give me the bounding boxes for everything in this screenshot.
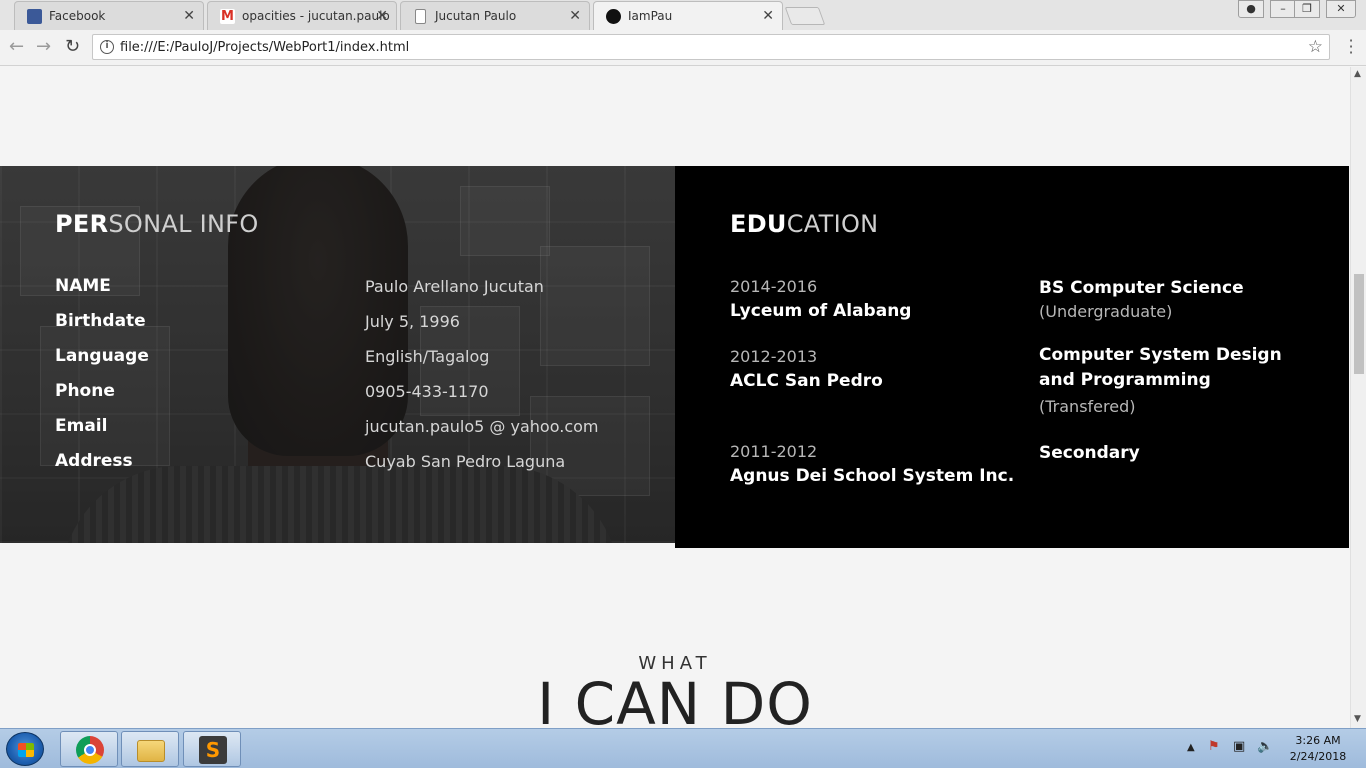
tab-facebook[interactable]: Facebook ✕: [14, 1, 204, 30]
reload-icon[interactable]: ↻: [65, 36, 80, 57]
close-icon[interactable]: ✕: [762, 8, 774, 24]
gmail-icon: M: [220, 9, 235, 24]
education-school: Agnus Dei School System Inc.: [730, 466, 1015, 486]
scroll-up-arrow-icon[interactable]: ▲: [1354, 69, 1361, 79]
sublime-text-icon: S: [199, 736, 227, 764]
chrome-icon: [76, 736, 104, 764]
browser-tabstrip: Facebook ✕ M opacities - jucutan.paulo ✕…: [0, 0, 1366, 31]
file-explorer-icon: [137, 740, 165, 762]
scroll-down-arrow-icon[interactable]: ▼: [1354, 714, 1361, 724]
tab-title: Jucutan Paulo: [435, 9, 517, 23]
education-course: BS Computer Science: [1039, 278, 1244, 298]
close-icon[interactable]: ✕: [376, 8, 388, 24]
show-hidden-icons-arrow[interactable]: ▲: [1187, 742, 1195, 753]
info-label-name: NAME: [55, 276, 111, 296]
skills-heading: I CAN DO: [537, 670, 813, 728]
tab-iampau[interactable]: IamPau ✕: [593, 1, 783, 31]
minimize-button[interactable]: –: [1270, 0, 1296, 18]
education-years: 2014-2016: [730, 277, 818, 296]
clock-date: 2/24/2018: [1289, 750, 1347, 763]
education-title: EDUCATION: [730, 210, 878, 238]
personal-info-section: PERSONAL INFO NAME Paulo Arellano Jucuta…: [0, 166, 675, 543]
close-window-button[interactable]: ✕: [1326, 0, 1356, 18]
info-label-birthdate: Birthdate: [55, 311, 146, 331]
tab-title: IamPau: [628, 9, 673, 23]
education-school: ACLC San Pedro: [730, 371, 883, 391]
education-section: EDUCATION 2014-2016 Lyceum of Alabang BS…: [675, 166, 1349, 548]
title-light-part: CATION: [786, 210, 879, 238]
taskbar-file-explorer[interactable]: [121, 731, 179, 767]
title-bold-part: EDU: [730, 210, 787, 238]
info-value-email: jucutan.paulo5 @ yahoo.com: [365, 417, 599, 436]
info-label-language: Language: [55, 346, 149, 366]
browser-toolbar: ← → ↻ i file:///E:/PauloJ/Projects/WebPo…: [0, 30, 1366, 66]
page-viewport: PERSONAL INFO NAME Paulo Arellano Jucuta…: [0, 67, 1350, 728]
tab-title: opacities - jucutan.paulo: [242, 9, 390, 23]
close-icon[interactable]: ✕: [569, 8, 581, 24]
tab-title: Facebook: [49, 9, 106, 23]
education-school: Lyceum of Alabang: [730, 301, 912, 321]
network-icon[interactable]: ▣: [1233, 739, 1245, 754]
bookmark-star-icon[interactable]: ☆: [1308, 37, 1323, 57]
forward-arrow-icon[interactable]: →: [36, 36, 51, 57]
info-label-address: Address: [55, 451, 133, 471]
windows-taskbar: S ▲ ⚑ ▣ 🔈 3:26 AM 2/24/2018: [0, 728, 1366, 768]
windows-logo-icon: [18, 750, 34, 757]
close-icon[interactable]: ✕: [183, 8, 195, 24]
title-bold-part: PER: [55, 210, 109, 238]
back-arrow-icon[interactable]: ←: [9, 36, 24, 57]
volume-icon[interactable]: 🔈: [1257, 739, 1273, 754]
education-years: 2011-2012: [730, 442, 818, 461]
user-profile-icon[interactable]: ●: [1238, 0, 1264, 18]
url-text[interactable]: file:///E:/PauloJ/Projects/WebPort1/inde…: [120, 40, 409, 55]
info-value-name: Paulo Arellano Jucutan: [365, 277, 544, 296]
menu-icon[interactable]: · · ·: [1348, 33, 1354, 61]
scrollbar-thumb[interactable]: [1354, 274, 1364, 374]
education-course: Computer System Design and Programming: [1039, 345, 1282, 390]
taskbar-sublime-text[interactable]: S: [183, 731, 241, 767]
system-clock[interactable]: 3:26 AM 2/24/2018: [1285, 733, 1351, 765]
facebook-icon: [27, 9, 42, 24]
start-button[interactable]: [6, 732, 44, 766]
document-icon: [415, 9, 426, 24]
title-light-part: SONAL INFO: [108, 210, 259, 238]
education-note: (Transfered): [1039, 397, 1136, 416]
taskbar-chrome[interactable]: [60, 731, 118, 767]
restore-button[interactable]: ❐: [1294, 0, 1320, 18]
pinterest-icon: [606, 9, 621, 24]
info-value-language: English/Tagalog: [365, 347, 490, 366]
education-years: 2012-2013: [730, 347, 818, 366]
tab-gmail[interactable]: M opacities - jucutan.paulo ✕: [207, 1, 397, 30]
personal-info-title: PERSONAL INFO: [55, 210, 259, 238]
site-info-icon[interactable]: i: [100, 40, 114, 54]
education-note: (Undergraduate): [1039, 302, 1173, 321]
info-value-phone: 0905-433-1170: [365, 382, 489, 401]
tab-jucutan-paulo[interactable]: Jucutan Paulo ✕: [400, 1, 590, 30]
page-scrollbar[interactable]: ▲ ▼: [1350, 67, 1366, 728]
education-course: Secondary: [1039, 443, 1140, 463]
new-tab-button[interactable]: [784, 7, 826, 25]
action-center-flag-icon[interactable]: ⚑: [1208, 739, 1220, 754]
info-value-birthdate: July 5, 1996: [365, 312, 460, 331]
info-value-address: Cuyab San Pedro Laguna: [365, 452, 566, 471]
address-bar[interactable]: i file:///E:/PauloJ/Projects/WebPort1/in…: [92, 34, 1330, 60]
info-label-phone: Phone: [55, 381, 115, 401]
chrome-icon-center: [84, 744, 96, 756]
info-label-email: Email: [55, 416, 108, 436]
clock-time: 3:26 AM: [1295, 734, 1341, 747]
